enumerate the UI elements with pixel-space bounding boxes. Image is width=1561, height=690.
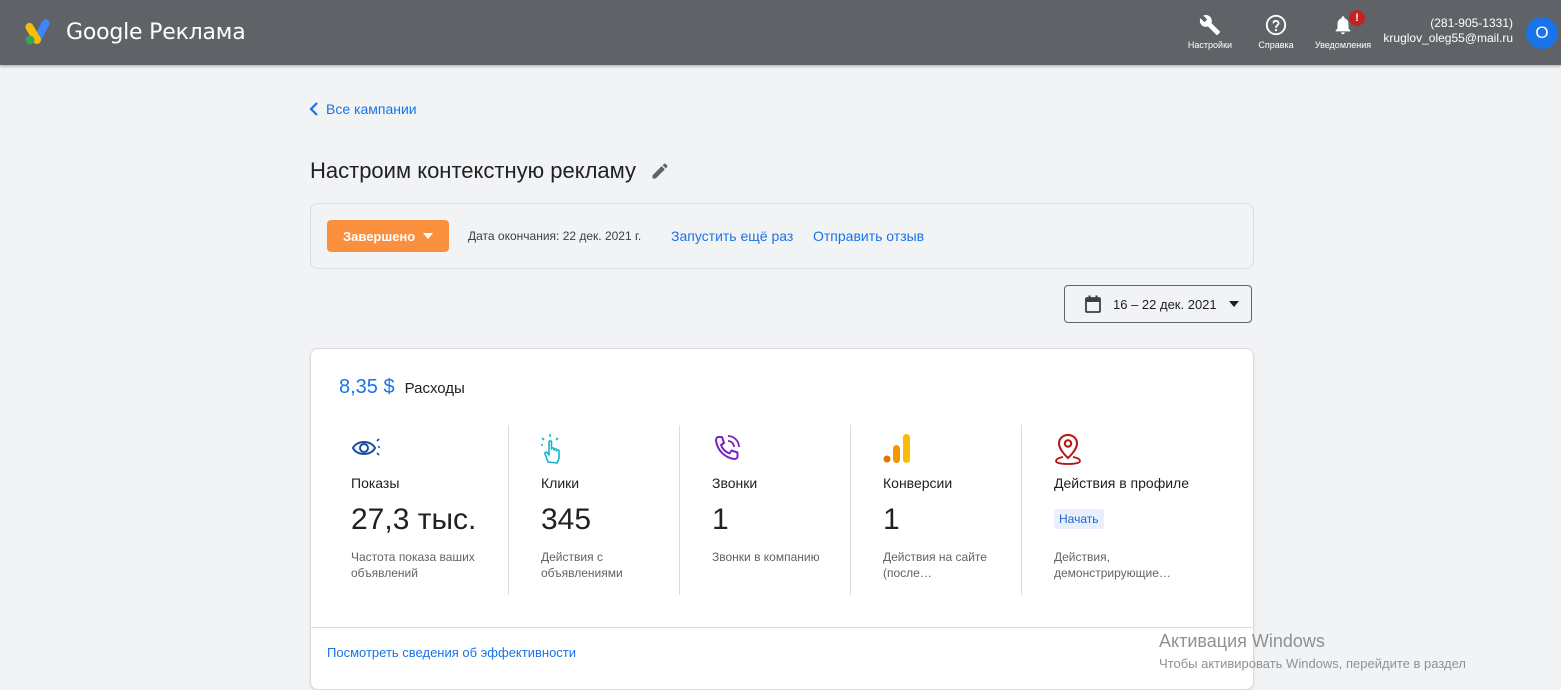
account-info[interactable]: (281-905-1331) kruglov_oleg55@mail.ru	[1383, 16, 1513, 46]
page-title: Настроим контекстную рекламу	[310, 158, 670, 184]
spend-label: Расходы	[404, 380, 465, 397]
tap-icon	[541, 434, 560, 464]
status-dropdown-button[interactable]: Завершено	[327, 220, 450, 252]
card-divider	[311, 627, 1253, 628]
metric-description: Действия с объявлениями	[541, 550, 623, 580]
date-range-selector[interactable]: 16 – 22 дек. 2021	[1064, 285, 1252, 323]
feedback-link[interactable]: Отправить отзыв	[813, 228, 924, 244]
windows-activation-text: Чтобы активировать Windows, перейдите в …	[1159, 656, 1466, 671]
eye-icon	[351, 438, 380, 456]
account-phone: (281-905-1331)	[1430, 16, 1513, 30]
chevron-left-icon	[309, 102, 318, 116]
start-button[interactable]: Начать	[1054, 509, 1104, 529]
metric-description: Частота показа ваших объявлений	[351, 550, 475, 580]
location-pin-icon	[1055, 433, 1081, 465]
metric-value: 1	[712, 503, 729, 536]
campaign-title: Настроим контекстную рекламу	[310, 158, 637, 183]
wrench-icon	[1199, 15, 1221, 36]
avatar[interactable]: O	[1526, 17, 1558, 49]
spend-summary: 8,35 $ Расходы	[339, 376, 465, 399]
help-button[interactable]: Справка	[1241, 14, 1311, 50]
settings-button[interactable]: Настройки	[1175, 14, 1245, 50]
campaign-status-panel: Завершено Дата окончания: 22 дек. 2021 г…	[310, 203, 1254, 269]
all-campaigns-label: Все кампании	[326, 101, 417, 117]
metric-name: Клики	[541, 475, 580, 491]
brand-title[interactable]: Google Реклама	[66, 20, 246, 45]
metric-value: 27,3 тыс.	[351, 503, 477, 536]
notification-badge: !	[1349, 10, 1365, 26]
help-label: Справка	[1258, 40, 1294, 50]
metric-description: Действия на сайте (после…	[883, 550, 987, 580]
view-performance-link[interactable]: Посмотреть сведения об эффективности	[327, 645, 576, 660]
metric-name: Конверсии	[883, 475, 953, 491]
spend-value: 8,35 $	[339, 376, 395, 398]
performance-summary-card: 8,35 $ Расходы Показы 27,3 тыс. Частота …	[310, 348, 1254, 690]
caret-down-icon	[1228, 301, 1239, 307]
divider	[850, 425, 851, 595]
metric-value: 345	[541, 503, 592, 536]
divider	[679, 425, 680, 595]
notifications-button[interactable]: ! Уведомления	[1308, 10, 1378, 50]
divider	[508, 425, 509, 595]
relaunch-link[interactable]: Запустить ещё раз	[671, 228, 793, 244]
metric-name: Действия в профиле	[1054, 475, 1190, 491]
calendar-icon	[1085, 295, 1101, 313]
divider	[1021, 425, 1022, 595]
status-label: Завершено	[343, 228, 416, 244]
end-date-text: Дата окончания: 22 дек. 2021 г.	[468, 229, 642, 243]
pencil-icon[interactable]	[650, 161, 670, 181]
analytics-bars-icon	[883, 434, 910, 463]
settings-label: Настройки	[1187, 40, 1233, 50]
metric-name: Звонки	[712, 475, 758, 491]
metric-description: Звонки в компанию	[712, 550, 820, 564]
metric-name: Показы	[351, 475, 400, 491]
metric-description: Действия, демонстрирующие…	[1054, 550, 1171, 580]
metric-value: 1	[883, 503, 900, 536]
date-range-label: 16 – 22 дек. 2021	[1113, 296, 1217, 312]
windows-activation-title: Активация Windows	[1159, 631, 1325, 651]
account-email: kruglov_oleg55@mail.ru	[1383, 31, 1513, 45]
phone-call-icon	[715, 435, 740, 460]
google-ads-logo-icon[interactable]	[24, 18, 54, 46]
help-circle-icon	[1265, 14, 1287, 36]
notifications-label: Уведомления	[1314, 40, 1372, 50]
all-campaigns-link[interactable]: Все кампании	[308, 101, 417, 117]
top-bar: Google Реклама Настройки Справка ! Уведо…	[0, 0, 1561, 65]
caret-down-icon	[423, 233, 434, 239]
